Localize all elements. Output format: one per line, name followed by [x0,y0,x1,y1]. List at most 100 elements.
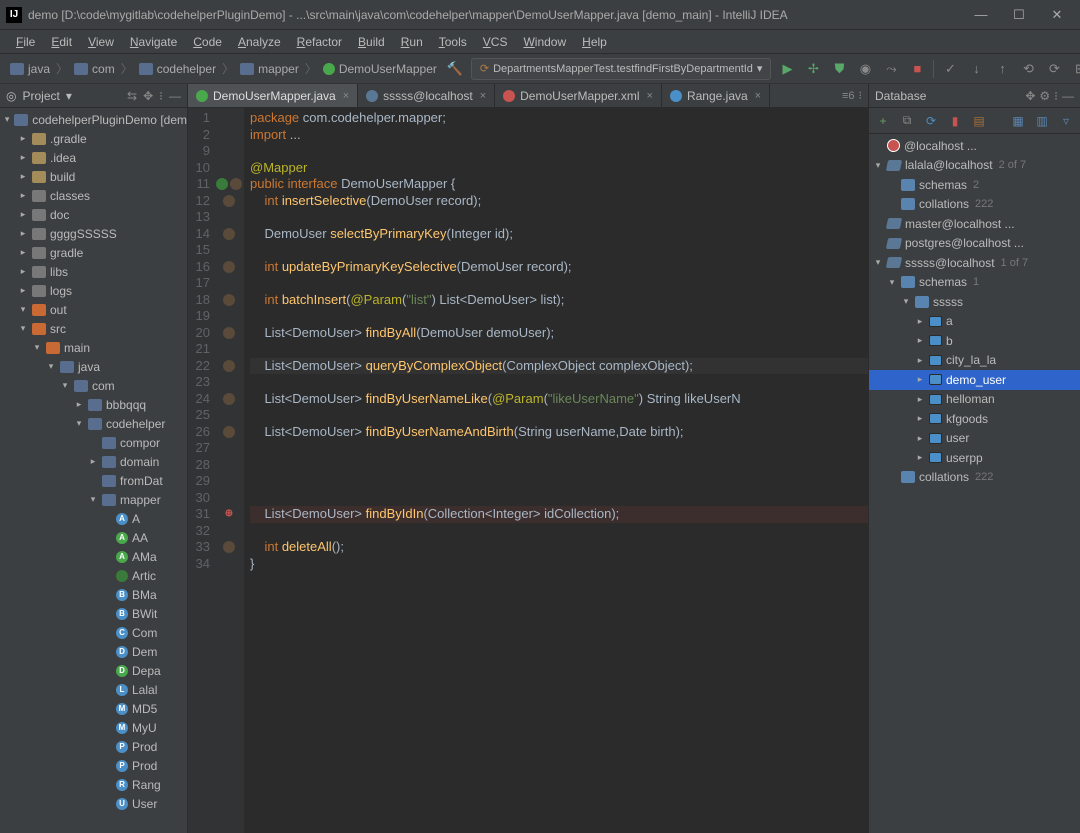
history-icon[interactable]: ⟲ [1018,59,1038,79]
tree-twisty[interactable]: ▾ [873,160,883,171]
nav-icon[interactable] [223,261,235,273]
tree-node-doc[interactable]: ▸doc [0,205,187,224]
project-title[interactable]: Project [22,89,59,103]
tree-twisty[interactable]: ▾ [88,494,98,505]
tree-twisty[interactable]: ▸ [18,171,28,182]
nav-icon[interactable] [223,541,235,553]
tree-node-gradle[interactable]: ▸gradle [0,243,187,262]
collapse-icon[interactable]: ⇆ [127,89,137,103]
code-line-34[interactable]: } [250,556,868,573]
structure-icon[interactable]: ⊞ [1070,59,1080,79]
code-line-28[interactable] [250,457,868,474]
db-node-a[interactable]: ▸a [869,312,1080,332]
maximize-button[interactable]: ☐ [1002,4,1036,26]
tree-twisty[interactable]: ▸ [915,355,925,366]
tree-node-rang[interactable]: RRang [0,775,187,794]
tree-node-libs[interactable]: ▸libs [0,262,187,281]
code-line-26[interactable]: List<DemoUser> findByUserNameAndBirth(St… [250,424,868,441]
code-line-1[interactable]: package com.codehelper.mapper; [250,110,868,127]
tree-twisty[interactable]: ▾ [18,304,28,315]
tree-twisty[interactable]: ▾ [60,380,70,391]
code-line-30[interactable] [250,490,868,507]
code-line-13[interactable] [250,209,868,226]
nav-icon[interactable] [223,393,235,405]
tree-twisty[interactable]: ▸ [18,285,28,296]
revert-icon[interactable]: ⟳ [1044,59,1064,79]
breadcrumb-java[interactable]: java [6,60,54,78]
db-node-collations[interactable]: collations222 [869,195,1080,215]
tree-node-bma[interactable]: BBMa [0,585,187,604]
code-line-10[interactable]: @Mapper [250,160,868,177]
db-node-postgres-localhost-[interactable]: postgres@localhost ... [869,234,1080,254]
db-duplicate-icon[interactable]: ⧉ [899,113,915,129]
tree-node-java[interactable]: ▾java [0,357,187,376]
tree-node-bbbqqq[interactable]: ▸bbbqqq [0,395,187,414]
menu-edit[interactable]: Edit [45,33,78,51]
tree-twisty[interactable]: ▸ [18,133,28,144]
tree-node-aa[interactable]: AAA [0,528,187,547]
tab-sssss-localhost[interactable]: sssss@localhost× [358,84,495,107]
tab-close-icon[interactable]: × [647,90,653,102]
db-node-city-la-la[interactable]: ▸city_la_la [869,351,1080,371]
menu-build[interactable]: Build [352,33,391,51]
tree-node-fromdat[interactable]: fromDat [0,471,187,490]
tab-demousermapper-xml[interactable]: DemoUserMapper.xml× [495,84,662,107]
attach-button[interactable]: ⤳ [881,59,901,79]
tab-demousermapper-java[interactable]: DemoUserMapper.java× [188,84,358,107]
tree-node-com[interactable]: CCom [0,623,187,642]
code-line-16[interactable]: int updateByPrimaryKeySelective(DemoUser… [250,259,868,276]
tree-node-ggggsssss[interactable]: ▸ggggSSSSS [0,224,187,243]
tree-twisty[interactable]: ▸ [18,266,28,277]
tree-node-prod[interactable]: PProd [0,756,187,775]
db-node-master-localhost-[interactable]: master@localhost ... [869,214,1080,234]
tree-node--gradle[interactable]: ▸.gradle [0,129,187,148]
nav-icon[interactable] [223,360,235,372]
vcs-push-icon[interactable]: ↑ [992,59,1012,79]
db-stop-icon[interactable]: ▮ [947,113,963,129]
code-line-33[interactable]: int deleteAll(); [250,539,868,556]
tree-twisty[interactable]: ▸ [88,456,98,467]
tree-node-classes[interactable]: ▸classes [0,186,187,205]
db-gear-icon[interactable]: ⁝ [1054,89,1058,103]
chevron-down-icon[interactable]: ▾ [66,89,72,103]
bulb-icon[interactable]: 💡 [244,358,246,375]
tab-close-icon[interactable]: × [480,90,486,102]
tree-twisty[interactable]: ▾ [74,418,84,429]
code-line-21[interactable] [250,341,868,358]
code-line-17[interactable] [250,275,868,292]
code-line-31[interactable]: List<DemoUser> findByIdIn(Collection<Int… [250,506,868,523]
code-content[interactable]: package com.codehelper.mapper;import ...… [244,108,868,833]
tree-twisty[interactable]: ▸ [915,394,925,405]
vcs-commit-icon[interactable]: ↓ [966,59,986,79]
menu-code[interactable]: Code [187,33,228,51]
db-node-collations[interactable]: collations222 [869,468,1080,488]
tree-node-build[interactable]: ▸build [0,167,187,186]
db-node-helloman[interactable]: ▸helloman [869,390,1080,410]
tree-node-src[interactable]: ▾src [0,319,187,338]
tree-twisty[interactable]: ▸ [915,433,925,444]
tree-twisty[interactable]: ▸ [915,413,925,424]
tab-close-icon[interactable]: × [343,90,349,102]
breadcrumb-com[interactable]: com [70,60,119,78]
tree-twisty[interactable]: ▾ [46,361,56,372]
db-node-kfgoods[interactable]: ▸kfgoods [869,409,1080,429]
db-node-schemas[interactable]: ▾schemas1 [869,273,1080,293]
code-line-19[interactable] [250,308,868,325]
tree-node-bwit[interactable]: BBWit [0,604,187,623]
icon-gutter[interactable]: ⊕ [214,108,244,833]
nav-icon[interactable] [223,195,235,207]
db-refresh-icon[interactable]: ⟳ [923,113,939,129]
code-line-32[interactable] [250,523,868,540]
menu-help[interactable]: Help [576,33,613,51]
code-line-29[interactable] [250,473,868,490]
tree-node-com[interactable]: ▾com [0,376,187,395]
code-line-15[interactable] [250,242,868,259]
menu-view[interactable]: View [82,33,120,51]
nav-icon[interactable] [230,178,242,190]
tree-node-depa[interactable]: DDepa [0,661,187,680]
menu-file[interactable]: File [10,33,41,51]
menu-analyze[interactable]: Analyze [232,33,287,51]
tree-node-prod[interactable]: PProd [0,737,187,756]
code-line-12[interactable]: int insertSelective(DemoUser record); [250,193,868,210]
hide-icon[interactable]: — [169,89,181,103]
